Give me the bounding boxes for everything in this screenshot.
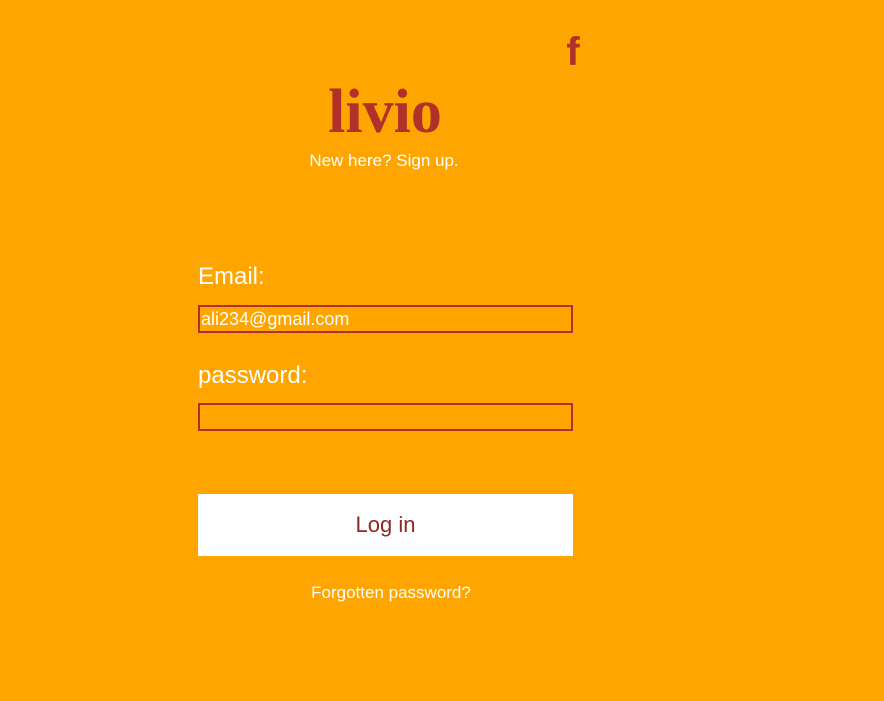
forgot-password-link[interactable]: Forgotten password? [291, 582, 491, 604]
signup-link[interactable]: New here? Sign up. [284, 150, 484, 172]
login-page: { "header": { "facebook_icon": "facebook… [0, 0, 884, 701]
login-button[interactable]: Log in [198, 494, 573, 556]
password-label: password: [198, 362, 308, 389]
password-field[interactable] [198, 403, 573, 431]
email-field[interactable] [198, 305, 573, 333]
facebook-icon[interactable]: f [562, 32, 584, 72]
email-label: Email: [198, 263, 265, 290]
brand-logo: livio [328, 78, 442, 146]
